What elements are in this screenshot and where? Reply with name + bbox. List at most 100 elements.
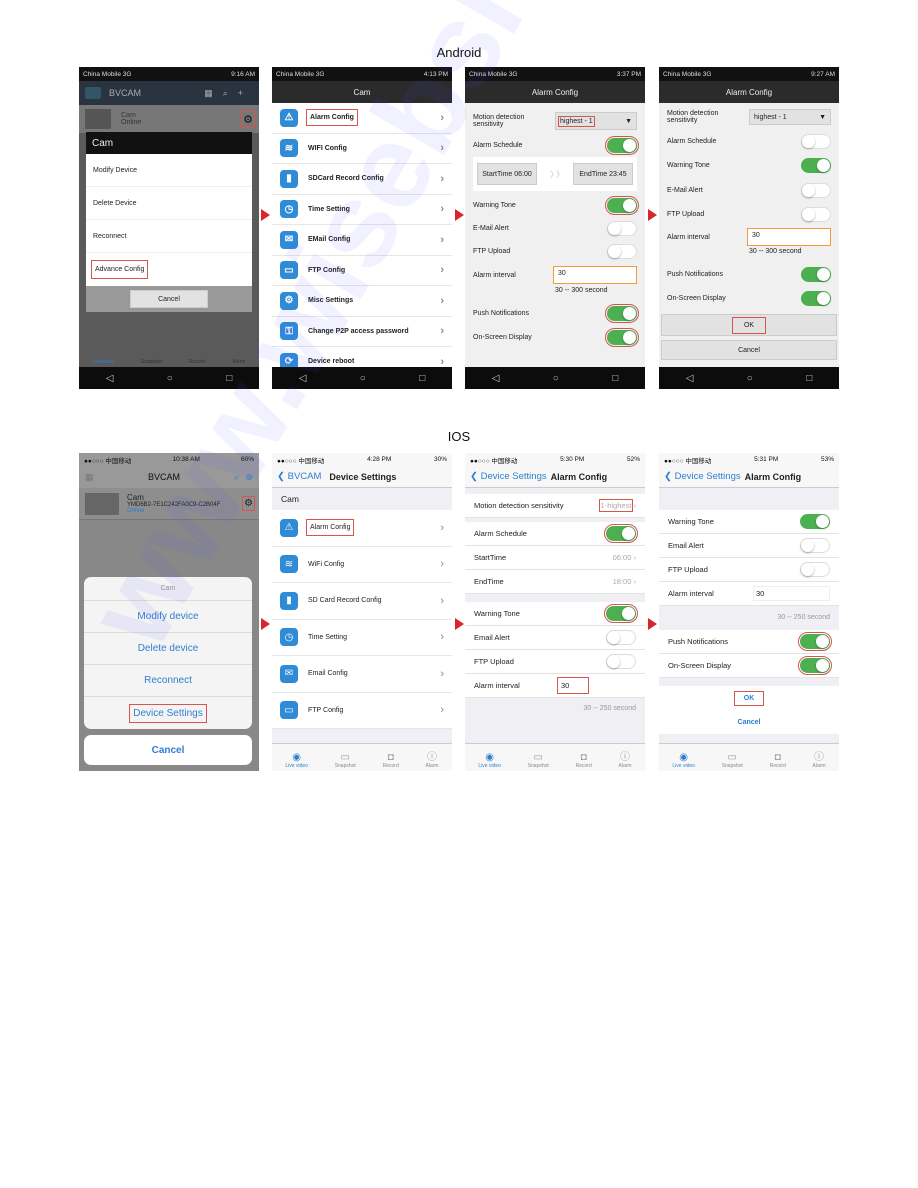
back-icon[interactable]: ◁ (492, 373, 500, 384)
ftp-upload-toggle[interactable] (801, 206, 831, 222)
alarm-schedule-toggle[interactable] (605, 135, 639, 155)
gear-icon[interactable]: ⚙ (242, 496, 255, 511)
osd-toggle[interactable] (801, 290, 831, 306)
warning-tone-toggle[interactable] (604, 604, 638, 623)
grid-icon[interactable]: ▦ (85, 472, 94, 483)
advance-config-item[interactable]: Advance Config (90, 260, 149, 279)
alarm-interval-input[interactable]: 30 (753, 586, 830, 601)
sensitivity-select[interactable]: highest - 1 (558, 115, 595, 127)
toolbar-icons[interactable]: ▦⌕+ (204, 88, 253, 99)
tab-snapshot[interactable]: ▭ Snapshot (528, 752, 549, 769)
tab-snapshot[interactable]: ▭ Snapshot (722, 752, 743, 769)
push-notifications-toggle[interactable] (801, 266, 831, 282)
osd-toggle[interactable] (798, 656, 832, 675)
settings-item[interactable]: ≋ WIFI Config › (272, 134, 452, 164)
tab-record[interactable]: ◘ Record (383, 752, 399, 769)
home-icon[interactable]: ○ (553, 373, 559, 384)
device-settings-item[interactable]: Device Settings (129, 703, 207, 723)
back-icon[interactable]: ◁ (106, 373, 114, 384)
start-time-button[interactable]: StartTime 06:00 (477, 163, 537, 185)
modify-device-item[interactable]: Modify device (84, 601, 252, 633)
back-button[interactable]: ❮ BVCAM (277, 471, 321, 482)
settings-item[interactable]: ▭ FTP Config › (272, 256, 452, 286)
email-alert-toggle[interactable] (606, 630, 636, 645)
recents-icon[interactable]: □ (226, 373, 232, 384)
tab-record[interactable]: ◘ Record (770, 752, 786, 769)
push-notifications-toggle[interactable] (605, 303, 639, 323)
end-time-row[interactable]: EndTime 18:00 › (465, 570, 645, 594)
sensitivity-value[interactable]: 1-highest (598, 499, 634, 512)
alarm-schedule-toggle[interactable] (801, 133, 831, 149)
warning-tone-toggle[interactable] (800, 514, 830, 529)
home-icon[interactable]: ○ (360, 373, 366, 384)
settings-item[interactable]: ✉ EMail Config › (272, 225, 452, 256)
tab-snapshot[interactable]: Snapshot (141, 359, 162, 365)
cancel-button[interactable]: Cancel (661, 340, 837, 360)
tab-live-video[interactable]: ◉ Live video (478, 752, 501, 769)
ftp-upload-toggle[interactable] (800, 562, 830, 577)
tab-live-video[interactable]: ◉ Live video (672, 752, 695, 769)
tab-livevideo[interactable]: Livevideo (93, 359, 114, 365)
alarm-schedule-toggle[interactable] (604, 524, 638, 543)
tab-live-video[interactable]: ◉ Live video (285, 752, 308, 769)
gear-icon[interactable]: ⚙ (241, 110, 255, 128)
tab-record[interactable]: Record (189, 359, 205, 365)
tab-alarm[interactable]: ⓘ Alarm (619, 748, 632, 769)
back-icon[interactable]: ◁ (686, 373, 694, 384)
modify-device-item[interactable]: Modify Device (86, 154, 252, 187)
settings-item[interactable]: ⚠ Alarm Config › (272, 103, 452, 134)
sensitivity-label: Motion detection sensitivity (473, 114, 525, 128)
reconnect-item[interactable]: Reconnect (86, 220, 252, 253)
settings-item[interactable]: ◷ Time Setting › (272, 195, 452, 225)
sensitivity-select[interactable]: highest - 1 (754, 114, 787, 121)
recents-icon[interactable]: □ (612, 373, 618, 384)
back-button[interactable]: ❮ Device Settings (664, 471, 741, 482)
recents-icon[interactable]: □ (806, 373, 812, 384)
email-alert-toggle[interactable] (801, 182, 831, 198)
home-icon[interactable]: ○ (167, 373, 173, 384)
settings-item[interactable]: ⚿ Change P2P access password › (272, 317, 452, 347)
warning-tone-toggle[interactable] (801, 158, 831, 173)
tab-alarm[interactable]: ⓘ Alarm (813, 748, 826, 769)
battery: 30% (433, 456, 447, 463)
settings-item[interactable]: ⚙ Misc Settings › (272, 286, 452, 317)
delete-device-item[interactable]: Delete device (84, 633, 252, 665)
settings-item[interactable]: ▭ FTP Config › (272, 693, 452, 729)
settings-item[interactable]: ≋ WiFi Config › (272, 547, 452, 583)
chevron-right-icon: › (440, 172, 444, 185)
back-button[interactable]: ❮ Device Settings (470, 471, 547, 482)
cancel-button[interactable]: Cancel (659, 710, 839, 734)
ok-button[interactable]: OK (733, 690, 765, 706)
settings-item[interactable]: ⚠ Alarm Config › (272, 510, 452, 547)
ok-button[interactable]: OK (731, 316, 767, 334)
email-alert-toggle[interactable] (607, 221, 637, 236)
cancel-button[interactable]: Cancel (84, 735, 252, 765)
end-time-button[interactable]: EndTime 23:45 (572, 163, 633, 185)
ftp-upload-toggle[interactable] (607, 244, 637, 259)
delete-device-item[interactable]: Delete Device (86, 187, 252, 220)
tab-alarm[interactable]: Alarm (232, 359, 245, 365)
tab-snapshot[interactable]: ▭ Snapshot (335, 752, 356, 769)
alarm-interval-input[interactable]: 30 (553, 266, 637, 284)
osd-toggle[interactable] (605, 327, 639, 347)
tab-alarm[interactable]: ⓘ Alarm (426, 748, 439, 769)
settings-item[interactable]: ✉ Email Config › (272, 656, 452, 693)
alarm-interval-input[interactable]: 30 (557, 677, 589, 694)
ftp-upload-toggle[interactable] (606, 654, 636, 669)
tab-record[interactable]: ◘ Record (576, 752, 592, 769)
alarm-interval-input[interactable]: 30 (747, 228, 831, 246)
search-icon[interactable]: ⌕ (234, 472, 239, 483)
email-alert-toggle[interactable] (800, 538, 830, 553)
cancel-button[interactable]: Cancel (130, 290, 208, 308)
home-icon[interactable]: ○ (747, 373, 753, 384)
settings-item[interactable]: ▮ SDCard Record Config › (272, 164, 452, 195)
push-notifications-toggle[interactable] (798, 632, 832, 651)
settings-item[interactable]: ▮ SD Card Record Config › (272, 583, 452, 620)
settings-item[interactable]: ◷ Time Setting › (272, 620, 452, 656)
recents-icon[interactable]: □ (419, 373, 425, 384)
warning-tone-toggle[interactable] (605, 195, 639, 215)
add-icon[interactable]: ⊕ (245, 472, 253, 483)
start-time-row[interactable]: StartTime 06:00 › (465, 546, 645, 570)
reconnect-item[interactable]: Reconnect (84, 665, 252, 697)
back-icon[interactable]: ◁ (299, 373, 307, 384)
